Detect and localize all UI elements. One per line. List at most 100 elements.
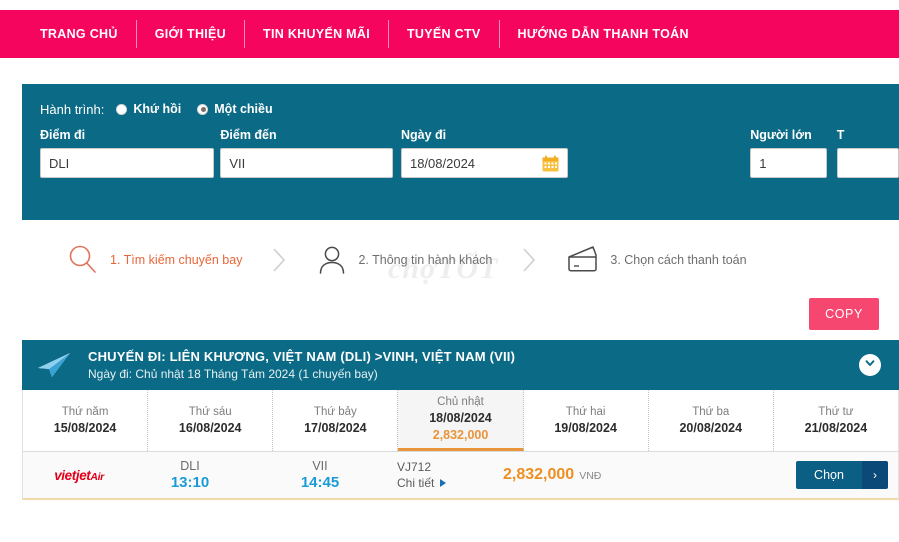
airline-logo: vietjetAir [33, 468, 125, 483]
children-input[interactable] [837, 148, 899, 178]
route-header-text: CHUYẾN ĐI: LIÊN KHƯƠNG, VIỆT NAM (DLI) >… [88, 349, 515, 381]
date-cell-date: 16/08/2024 [179, 421, 242, 435]
flight-detail-link[interactable]: Chi tiết [397, 476, 481, 490]
date-cell-date: 17/08/2024 [304, 421, 367, 435]
radio-one-way-label: Một chiều [214, 102, 272, 116]
arrival-time: 14:45 [255, 474, 385, 491]
search-fields-row: Điểm đi DLI Điểm đến VII Ngày đi 18/08/2… [40, 128, 899, 178]
date-cell-date: 21/08/2024 [805, 421, 868, 435]
card-icon [566, 244, 600, 276]
select-flight-button[interactable]: Chọn › [796, 461, 888, 489]
adults-value: 1 [759, 156, 766, 171]
radio-round-trip-label: Khứ hồi [133, 102, 181, 116]
date-selector-strip: Thứ năm 15/08/2024 Thứ sáu 16/08/2024 Th… [22, 390, 899, 452]
booking-steps: 1. Tìm kiếm chuyến bay 2. Thông tin hành… [22, 232, 899, 288]
date-cell[interactable]: Thứ hai 19/08/2024 [524, 390, 649, 451]
date-cell[interactable]: Thứ tư 21/08/2024 [774, 390, 898, 451]
flight-number: VJ712 [397, 460, 481, 474]
nav-item-home[interactable]: TRANG CHỦ [22, 20, 137, 48]
destination-field-group: Điểm đến VII [220, 128, 393, 178]
destination-value: VII [229, 156, 245, 171]
radio-one-way[interactable]: Một chiều [197, 102, 272, 116]
children-label: T [837, 128, 899, 142]
flight-detail-label: Chi tiết [397, 476, 434, 490]
route-title: CHUYẾN ĐI: LIÊN KHƯƠNG, VIỆT NAM (DLI) >… [88, 349, 515, 364]
calendar-icon[interactable] [542, 155, 559, 172]
search-icon [66, 243, 100, 277]
route-subtitle: Ngày đi: Chủ nhật 18 Tháng Tám 2024 (1 c… [88, 367, 515, 381]
flight-result-card: CHUYẾN ĐI: LIÊN KHƯƠNG, VIỆT NAM (DLI) >… [22, 340, 899, 500]
select-flight-label: Chọn [796, 461, 862, 489]
date-cell-dow: Thứ ba [692, 406, 729, 418]
adults-input[interactable]: 1 [750, 148, 827, 178]
nav-item-list: TRANG CHỦ GIỚI THIỆU TIN KHUYẾN MÃI TUYẾ… [0, 20, 707, 48]
origin-field-group: Điểm đi DLI [40, 128, 214, 178]
departure-airport-code: DLI [125, 459, 255, 473]
depart-date-label: Ngày đi [401, 128, 568, 142]
date-cell[interactable]: Thứ sáu 16/08/2024 [148, 390, 273, 451]
journey-type-row: Hành trình: Khứ hồi Một chiều [40, 98, 899, 120]
chevron-down-icon [864, 356, 876, 374]
destination-label: Điểm đến [220, 128, 393, 142]
step-payment-method[interactable]: 3. Chọn cách thanh toán [566, 244, 746, 276]
depart-date-input[interactable]: 18/08/2024 [401, 148, 568, 178]
step-separator-2-icon [518, 245, 540, 275]
user-icon [316, 243, 348, 277]
arrival-airport-code: VII [255, 459, 385, 473]
date-cell-dow: Thứ tư [818, 406, 853, 418]
journey-label: Hành trình: [40, 102, 104, 117]
radio-round-trip-dot[interactable] [116, 104, 127, 115]
step-separator-1-icon [268, 245, 290, 275]
step-search-flight-label: 1. Tìm kiếm chuyến bay [110, 253, 242, 267]
depart-date-value: 18/08/2024 [410, 156, 475, 171]
step-passenger-info-label: 2. Thông tin hành khách [358, 253, 492, 267]
copy-button[interactable]: COPY [809, 298, 879, 330]
date-cell-date: 15/08/2024 [54, 421, 117, 435]
destination-input[interactable]: VII [220, 148, 393, 178]
trip-type-radio-group: Khứ hồi Một chiều [116, 102, 288, 116]
flight-number-group: VJ712 Chi tiết [385, 460, 481, 490]
radio-one-way-dot[interactable] [197, 104, 208, 115]
route-header: CHUYẾN ĐI: LIÊN KHƯƠNG, VIỆT NAM (DLI) >… [22, 340, 899, 390]
flight-currency: VNĐ [579, 470, 601, 482]
step-search-flight[interactable]: 1. Tìm kiếm chuyến bay [66, 243, 242, 277]
arrival-segment: VII 14:45 [255, 459, 385, 491]
collapse-toggle-button[interactable] [859, 354, 881, 376]
date-cell-dow: Thứ bảy [314, 406, 357, 418]
radio-round-trip[interactable]: Khứ hồi [116, 102, 181, 116]
paper-plane-icon [36, 350, 74, 380]
date-cell-dow: Thứ hai [566, 406, 606, 418]
adults-field-group: Người lớn 1 [750, 128, 827, 178]
departure-segment: DLI 13:10 [125, 459, 255, 491]
date-cell-selected[interactable]: Chủ nhật 18/08/2024 2,832,000 [398, 390, 523, 451]
flight-search-panel: Hành trình: Khứ hồi Một chiều Điểm đi DL… [22, 84, 899, 220]
children-field-group: T [837, 128, 899, 178]
flight-price-group: 2,832,000 VNĐ [481, 466, 796, 484]
nav-item-ctv-route[interactable]: TUYẾN CTV [389, 20, 500, 48]
date-cell-dow: Thứ năm [62, 406, 109, 418]
triangle-right-icon [440, 479, 446, 487]
date-cell[interactable]: Thứ năm 15/08/2024 [23, 390, 148, 451]
origin-label: Điểm đi [40, 128, 214, 142]
date-cell-date: 20/08/2024 [679, 421, 742, 435]
origin-value: DLI [49, 156, 69, 171]
date-cell-dow: Thứ sáu [189, 406, 232, 418]
nav-item-promotion[interactable]: TIN KHUYẾN MÃI [245, 20, 389, 48]
step-passenger-info[interactable]: 2. Thông tin hành khách [316, 243, 492, 277]
step-payment-method-label: 3. Chọn cách thanh toán [610, 253, 746, 267]
flight-result-row[interactable]: vietjetAir DLI 13:10 VII 14:45 VJ712 Chi… [22, 452, 899, 500]
airline-logo-name: vietjet [54, 468, 90, 483]
date-cell-date: 19/08/2024 [554, 421, 617, 435]
airline-logo-suffix: Air [90, 471, 103, 483]
origin-input[interactable]: DLI [40, 148, 214, 178]
date-cell-dow: Chủ nhật [437, 396, 484, 408]
date-cell-price: 2,832,000 [433, 428, 489, 442]
date-cell[interactable]: Thứ ba 20/08/2024 [649, 390, 774, 451]
date-cell[interactable]: Thứ bảy 17/08/2024 [273, 390, 398, 451]
main-navbar: TRANG CHỦ GIỚI THIỆU TIN KHUYẾN MÃI TUYẾ… [0, 10, 899, 58]
chevron-right-icon: › [862, 461, 888, 489]
depart-date-field-group: Ngày đi 18/08/2024 [401, 128, 568, 178]
nav-item-payment-guide[interactable]: HƯỚNG DẪN THANH TOÁN [500, 20, 707, 48]
nav-item-about[interactable]: GIỚI THIỆU [137, 20, 245, 48]
date-cell-date: 18/08/2024 [429, 411, 492, 425]
